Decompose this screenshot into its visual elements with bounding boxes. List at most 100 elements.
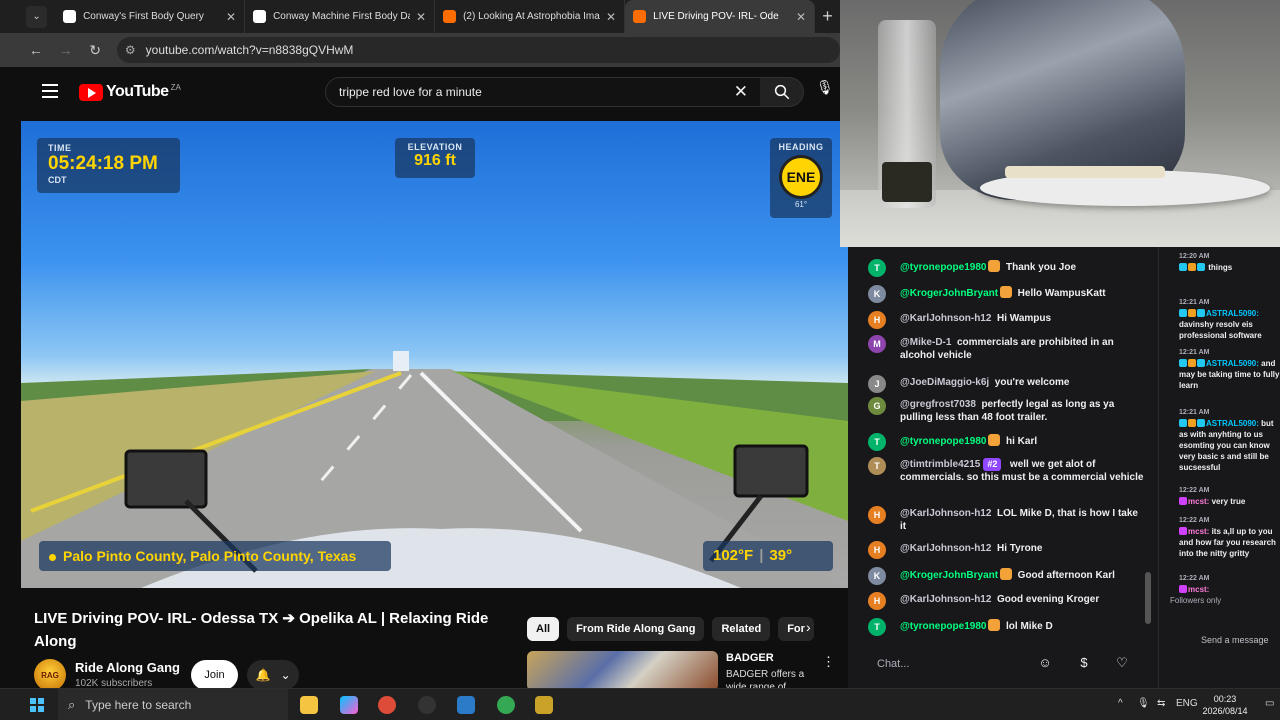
side-chat-username[interactable]: mcst: (1188, 585, 1209, 594)
search-button[interactable] (760, 77, 804, 107)
recommendation-title[interactable]: BADGER (726, 652, 774, 664)
site-info-icon[interactable]: ⚙ (125, 43, 136, 57)
system-clock[interactable]: 00:23 2026/08/14 (1195, 693, 1255, 717)
chat-username[interactable]: @tyronepope1980 (900, 262, 986, 273)
tab-list-dropdown-icon[interactable]: ⌄ (26, 5, 48, 28)
chat-avatar[interactable]: T (868, 457, 886, 475)
tray-chevron-icon[interactable]: ^ (1118, 698, 1123, 709)
side-chat-username[interactable]: ASTRAL5090: (1206, 309, 1259, 318)
new-tab-icon[interactable]: + (815, 6, 840, 27)
close-tab-icon[interactable]: ✕ (796, 10, 806, 24)
search-input[interactable]: trippe red love for a minute ✕ (325, 77, 761, 107)
microphone-tray-icon[interactable]: 🎙 (1137, 698, 1150, 709)
compass-icon: ENE (779, 155, 823, 199)
chat-username[interactable]: @KarlJohnson-h12 (900, 543, 991, 554)
filter-chip[interactable]: From Ride Along Gang (567, 617, 705, 641)
chat-username[interactable]: @Mike-D-1 (900, 337, 951, 348)
back-icon[interactable]: ← (28, 42, 44, 58)
filter-chip[interactable]: Related (712, 617, 771, 641)
side-chat-input[interactable]: Send a message (1176, 632, 1280, 648)
live-chat-panel: T @tyronepope1980 Thank you Joe K @KrogerJo… (848, 247, 1158, 688)
chrome-profile-icon[interactable] (497, 696, 515, 714)
chat-username[interactable]: @tyronepope1980 (900, 436, 986, 447)
video-player[interactable]: TIME 05:24:18 PM CDT ELEVATION 916 ft HE… (21, 121, 848, 588)
browser-tab[interactable]: Conway's First Body Query ✕ (55, 0, 246, 33)
close-tab-icon[interactable]: ✕ (606, 10, 616, 24)
close-tab-icon[interactable]: ✕ (416, 10, 426, 24)
chat-username[interactable]: @KrogerJohnBryant (900, 570, 998, 581)
chat-username[interactable]: @KarlJohnson-h12 (900, 508, 991, 519)
chrome-icon[interactable] (378, 696, 396, 714)
side-chat-username[interactable]: ASTRAL5090: (1206, 359, 1259, 368)
chat-avatar[interactable]: K (868, 567, 886, 585)
member-badge-icon (988, 434, 1001, 446)
rank-badge: #2 (983, 458, 1002, 471)
chat-avatar[interactable]: T (868, 433, 886, 451)
channel-name[interactable]: Ride Along Gang (75, 660, 180, 675)
chat-username[interactable]: @tyronepope1980 (900, 621, 986, 632)
chat-avatar[interactable]: H (868, 311, 886, 329)
money-icon[interactable]: $ (1075, 655, 1093, 673)
heart-icon[interactable]: ♡ (1113, 655, 1131, 673)
recommendation-thumbnail[interactable] (527, 651, 718, 691)
reload-icon[interactable]: ↻ (87, 42, 103, 59)
emoji-icon[interactable]: ☺ (1036, 655, 1054, 673)
chat-avatar[interactable]: G (868, 397, 886, 415)
chat-avatar[interactable]: H (868, 506, 886, 524)
close-tab-icon[interactable]: ✕ (226, 10, 236, 24)
side-chat-username[interactable]: mcst: (1188, 527, 1209, 536)
elevation-value: 916 ft (414, 152, 456, 169)
menu-icon[interactable] (42, 84, 58, 102)
chat-avatar[interactable]: M (868, 335, 886, 353)
filter-chip[interactable]: All (527, 617, 560, 641)
youtube-logo[interactable]: YouTube ZA (79, 83, 181, 101)
browser-tab[interactable]: Conway Machine First Body Da ✕ (245, 0, 436, 33)
chat-avatar[interactable]: K (868, 285, 886, 303)
chat-text: Good evening Kroger (997, 594, 1100, 605)
taskbar: ⌕ Type here to search ^ 🎙 ⇆ ENG 00:23 20… (0, 688, 1280, 720)
tab-title: Conway's First Body Query (83, 11, 204, 22)
tab-favicon-icon (633, 10, 647, 23)
tab-strip: Conway's First Body Query ✕ Conway Machine… (55, 0, 816, 33)
microphone-icon[interactable]: 🎙 (816, 79, 834, 96)
taskbar-search[interactable]: ⌕ Type here to search (58, 689, 288, 720)
chat-input[interactable]: Chat... (848, 645, 1048, 683)
browser-tab[interactable]: LIVE Driving POV- IRL- Ode ✕ (625, 0, 816, 33)
browser-tab[interactable]: (2) Looking At Astrophobia Ima ✕ (435, 0, 626, 33)
file-explorer-icon[interactable] (300, 696, 318, 714)
location-text: Palo Pinto County, Palo Pinto County, Te… (63, 548, 357, 564)
url-field[interactable]: ⚙ youtube.com/watch?v=n8838gQVHwM (116, 37, 840, 63)
chat-scrollbar[interactable] (1145, 572, 1151, 624)
chat-username[interactable]: @KarlJohnson-h12 (900, 313, 991, 324)
notification-icon[interactable]: ▭ (1265, 698, 1274, 709)
chat-avatar[interactable]: T (868, 618, 886, 636)
side-chat-message: 12:22 AM mcst: very true (1179, 485, 1280, 507)
chat-avatar[interactable]: H (868, 541, 886, 559)
obs-icon[interactable] (418, 696, 436, 714)
chat-avatar[interactable]: J (868, 375, 886, 393)
side-chat-username[interactable]: mcst: (1188, 497, 1209, 506)
windows-start-icon[interactable] (30, 698, 44, 712)
chat-username[interactable]: @JoeDiMaggio-k6j (900, 377, 989, 388)
app-icon[interactable] (457, 696, 475, 714)
channel-avatar[interactable]: RAG (34, 659, 66, 691)
chat-avatar[interactable]: H (868, 592, 886, 610)
join-button[interactable]: Join (191, 660, 238, 690)
chat-username[interactable]: @KarlJohnson-h12 (900, 594, 991, 605)
heading-degrees: 61° (794, 200, 808, 209)
network-icon[interactable]: ⇆ (1157, 698, 1165, 709)
youtube-play-icon (79, 83, 103, 101)
copilot-icon[interactable] (340, 696, 358, 714)
chat-username[interactable]: @KrogerJohnBryant (900, 288, 998, 299)
search-icon: ⌕ (68, 697, 76, 712)
chat-username[interactable]: @gregfrost7038 (900, 399, 976, 410)
chat-avatar[interactable]: T (868, 259, 886, 277)
side-chat-username[interactable]: ASTRAL5090: (1206, 419, 1259, 428)
clear-search-icon[interactable]: ✕ (734, 82, 748, 102)
forward-icon[interactable]: → (58, 42, 74, 58)
notification-button[interactable]: 🔔 ⌄ (247, 660, 299, 690)
chat-username[interactable]: @timtrimble4215 (900, 459, 980, 470)
more-options-icon[interactable]: ⋮ (822, 654, 835, 670)
chevron-right-icon[interactable]: › (806, 619, 811, 635)
game-icon[interactable] (535, 696, 553, 714)
